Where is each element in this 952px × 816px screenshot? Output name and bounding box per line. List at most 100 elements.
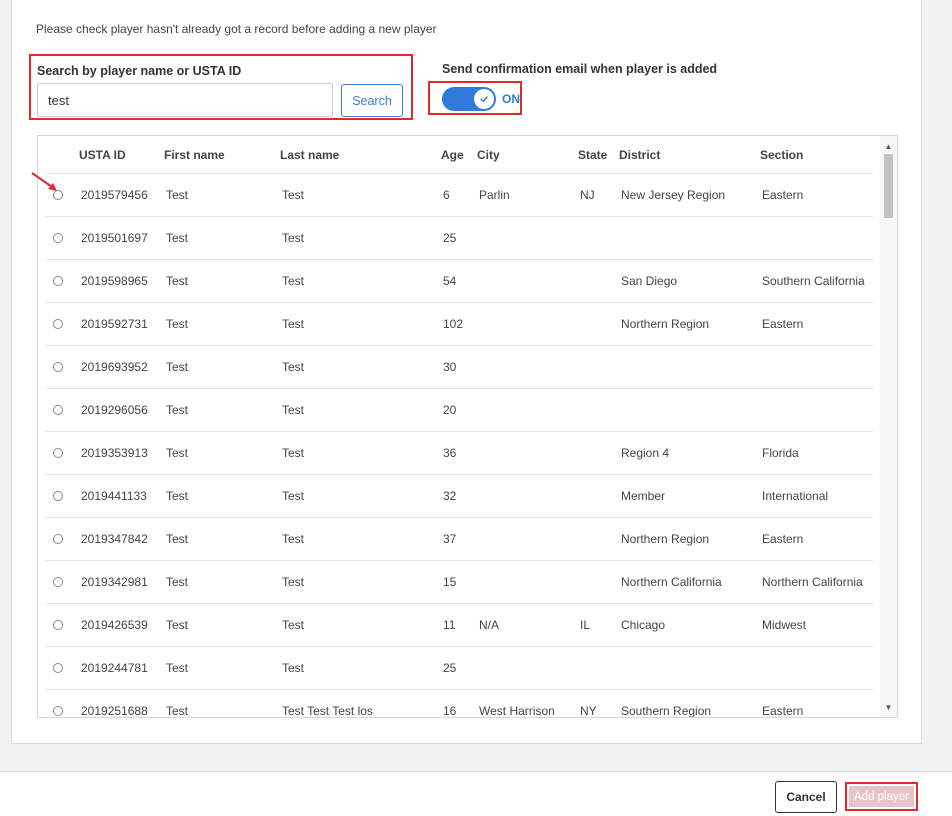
cell-usta-id: 2019342981 [81,575,148,589]
cell-section: Northern California [762,575,863,589]
cell-age: 102 [443,317,464,331]
toggle-knob [474,89,494,109]
table-row[interactable]: 2019426539 Test Test 11 N/A IL Chicago M… [45,604,873,647]
table-row[interactable]: 2019598965 Test Test 54 San Diego Southe… [45,260,873,303]
cell-first-name: Test [166,575,189,589]
email-toggle-switch[interactable] [442,87,496,111]
table-row[interactable]: 2019441133 Test Test 32 Member Internati… [45,475,873,518]
cell-last-name: Test [282,489,305,503]
cell-last-name: Test [282,575,305,589]
row-radio[interactable] [53,319,63,329]
cell-city: Parlin [479,188,510,202]
row-radio[interactable] [53,233,63,243]
cell-section: Southern California [762,274,865,288]
cell-last-name: Test [282,661,305,675]
cell-last-name: Test [282,317,305,331]
cell-last-name: Test [282,188,305,202]
cell-state: NJ [580,188,595,202]
table-scrollbar[interactable]: ▲ ▼ [880,136,897,717]
search-label: Search by player name or USTA ID [37,64,242,78]
table-row[interactable]: 2019296056 Test Test 20 [45,389,873,432]
cell-district: San Diego [621,274,678,288]
row-radio[interactable] [53,663,63,673]
notice-text: Please check player hasn't already got a… [36,22,437,36]
cell-age: 25 [443,231,457,245]
cell-last-name: Test [282,618,305,632]
cell-first-name: Test [166,618,189,632]
cell-age: 16 [443,704,457,718]
table-row[interactable]: 2019579456 Test Test 6 Parlin NJ New Jer… [45,174,873,217]
add-player-button[interactable]: Add player [849,786,914,807]
cell-usta-id: 2019251688 [81,704,148,718]
cell-district: New Jersey Region [621,188,726,202]
cell-district: Chicago [621,618,666,632]
row-radio[interactable] [53,577,63,587]
cell-section: International [762,489,829,503]
cell-usta-id: 2019592731 [81,317,148,331]
header-age: Age [441,147,464,162]
scroll-down-icon[interactable]: ▼ [880,699,897,715]
cell-first-name: Test [166,704,189,718]
table-row[interactable]: 2019501697 Test Test 25 [45,217,873,260]
scroll-thumb[interactable] [884,154,893,218]
table-header: USTA ID First name Last name Age City St… [45,136,873,174]
search-section: Search by player name or USTA ID Search [29,54,413,120]
cell-first-name: Test [166,532,189,546]
cell-first-name: Test [166,274,189,288]
cell-usta-id: 2019501697 [81,231,148,245]
cell-age: 11 [443,618,456,632]
annotation-arrow-icon [31,172,57,191]
cell-section: Eastern [762,532,804,546]
cell-age: 54 [443,274,457,288]
cell-last-name: Test [282,231,305,245]
cell-usta-id: 2019441133 [81,489,147,503]
table-row[interactable]: 2019244781 Test Test 25 [45,647,873,690]
cell-age: 30 [443,360,457,374]
cell-usta-id: 2019296056 [81,403,148,417]
row-radio[interactable] [53,448,63,458]
cell-first-name: Test [166,489,189,503]
header-last-name: Last name [280,147,340,162]
cell-age: 37 [443,532,457,546]
cell-age: 36 [443,446,457,460]
cancel-button[interactable]: Cancel [775,781,837,813]
row-radio[interactable] [53,620,63,630]
table-row[interactable]: 2019592731 Test Test 102 Northern Region… [45,303,873,346]
cell-first-name: Test [166,403,189,417]
cell-age: 15 [443,575,457,589]
cell-first-name: Test [166,661,189,675]
cell-district: Member [621,489,666,503]
header-usta-id: USTA ID [79,147,126,162]
cell-first-name: Test [166,188,189,202]
cell-first-name: Test [166,446,189,460]
cell-city: West Harrison [479,704,555,718]
cell-usta-id: 2019353913 [81,446,148,460]
table-row[interactable]: 2019342981 Test Test 15 Northern Califor… [45,561,873,604]
cell-section: Eastern [762,704,804,718]
table-row[interactable]: 2019347842 Test Test 37 Northern Region … [45,518,873,561]
row-radio[interactable] [53,276,63,286]
cell-age: 32 [443,489,457,503]
row-radio[interactable] [53,706,63,716]
row-radio[interactable] [53,491,63,501]
cell-state: IL [580,618,591,632]
toggle-state-label: ON [502,92,520,106]
cell-first-name: Test [166,360,189,374]
cell-district: Northern Region [621,532,710,546]
cell-state: NY [580,704,597,718]
cell-first-name: Test [166,317,189,331]
scroll-up-icon[interactable]: ▲ [880,138,897,154]
table-row[interactable]: 2019353913 Test Test 36 Region 4 Florida [45,432,873,475]
cell-last-name: Test [282,446,305,460]
row-radio[interactable] [53,405,63,415]
row-radio[interactable] [53,534,63,544]
cell-section: Florida [762,446,799,460]
add-player-panel: Please check player hasn't already got a… [11,0,922,744]
search-button[interactable]: Search [341,84,403,117]
cell-usta-id: 2019426539 [81,618,148,632]
table-row[interactable]: 2019693952 Test Test 30 [45,346,873,389]
cell-last-name: Test [282,532,305,546]
table-row[interactable]: 2019251688 Test Test Test Test los 16 We… [45,690,873,718]
row-radio[interactable] [53,362,63,372]
search-input[interactable] [37,83,333,117]
